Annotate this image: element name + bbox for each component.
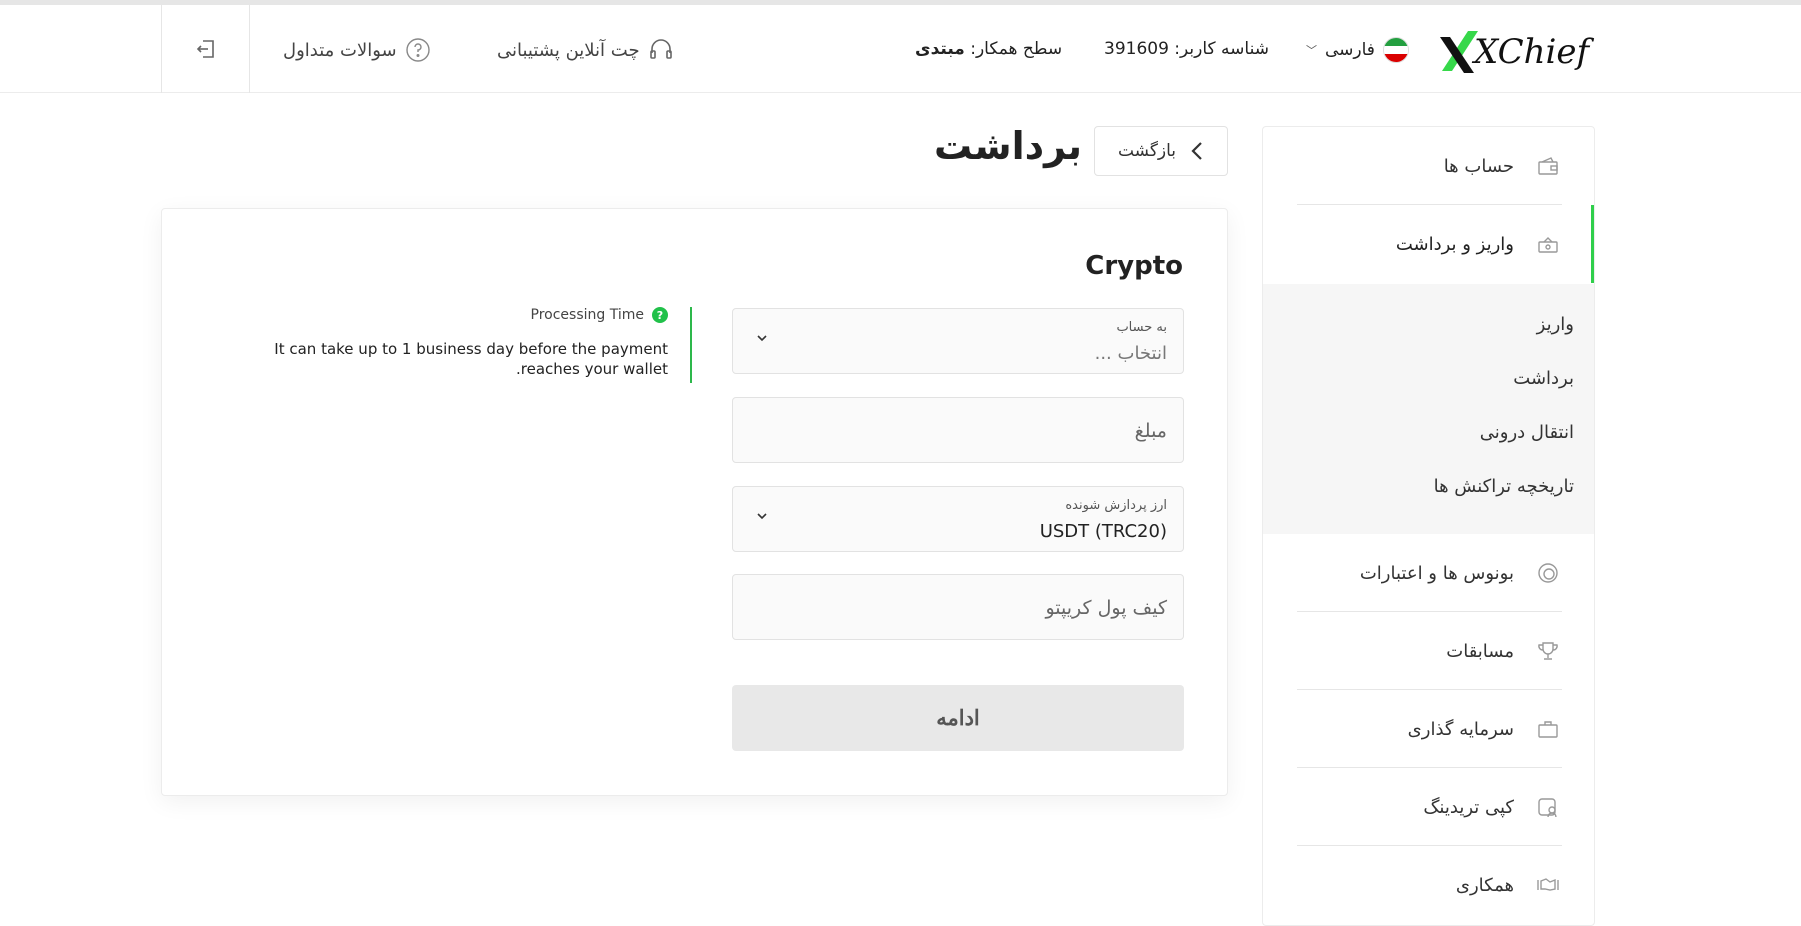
trophy-icon	[1538, 642, 1558, 660]
withdraw-card: Crypto به حساب انتخاب ... مبلغ ارز پرداز…	[161, 208, 1228, 796]
cash-icon	[1538, 237, 1558, 253]
sidebar-subitem-transfer[interactable]: انتقال درونی	[1480, 422, 1574, 443]
chevron-down-icon	[757, 513, 767, 520]
xchief-logo[interactable]: XChief	[1438, 23, 1596, 81]
logout-icon	[196, 40, 214, 58]
wallet-icon	[1538, 157, 1558, 175]
sidebar-item-accounts[interactable]: حساب ها	[1263, 127, 1594, 205]
header-divider	[249, 5, 250, 93]
question-circle-icon	[405, 38, 430, 62]
chevron-left-icon	[1191, 142, 1202, 160]
support-chat-label: چت آنلاین پشتیبانی	[497, 39, 640, 61]
sidebar-item-label: همکاری	[1455, 874, 1514, 896]
sidebar-item-label: حساب ها	[1443, 155, 1514, 177]
sidebar-item-label: سرمایه گذاری	[1407, 718, 1514, 740]
logout-button[interactable]	[162, 5, 249, 93]
back-button[interactable]: بازگشت	[1094, 126, 1228, 176]
sidebar-item-label: واریز و برداشت	[1395, 233, 1514, 255]
sidebar-submenu: واریز برداشت انتقال درونی تاریخچه تراکنش…	[1263, 284, 1594, 534]
currency-label: ارز پردازش شونده	[1065, 498, 1167, 513]
amount-placeholder: مبلغ	[1134, 420, 1167, 442]
wallet-input[interactable]: کیف پول کریپتو	[732, 574, 1184, 640]
page-title: برداشت	[933, 124, 1082, 168]
sidebar-item-partnership[interactable]: همکاری	[1263, 846, 1594, 924]
user-id: شناسه کاربر: 391609	[1104, 39, 1269, 59]
faq-label: سوالات متداول	[283, 39, 397, 61]
iran-flag-icon	[1382, 37, 1409, 63]
sidebar-item-label: مسابقات	[1446, 640, 1514, 662]
language-selector[interactable]: فارسی ﹀	[1306, 35, 1409, 65]
copy-user-icon	[1538, 798, 1557, 818]
coins-icon	[1538, 563, 1558, 583]
processing-time-text: It can take up to 1 business day before …	[274, 340, 668, 378]
logo-text: XChief	[1471, 32, 1595, 72]
processing-time-title: Processing Time	[530, 307, 644, 323]
sidebar-item-invest[interactable]: سرمایه گذاری	[1263, 690, 1594, 768]
sidebar: حساب ها واریز و برداشت واریز برداشت انتق…	[1262, 126, 1595, 926]
chevron-down-icon: ﹀	[1306, 44, 1317, 57]
header: XChief فارسی ﹀ شناسه کاربر: 391609 سطح ه…	[0, 5, 1801, 93]
sidebar-item-copy-trading[interactable]: کپی تریدینگ	[1263, 768, 1594, 846]
wallet-placeholder: کیف پول کریپتو	[1045, 597, 1167, 619]
continue-button[interactable]: ادامه	[732, 685, 1184, 751]
briefcase-icon	[1538, 721, 1558, 738]
account-select[interactable]: به حساب انتخاب ...	[732, 308, 1184, 374]
sidebar-item-label: کپی تریدینگ	[1423, 796, 1514, 818]
currency-select[interactable]: ارز پردازش شونده USDT (TRC20)	[732, 486, 1184, 552]
support-chat-link[interactable]: چت آنلاین پشتیبانی	[497, 35, 674, 65]
language-label: فارسی	[1325, 40, 1375, 60]
help-icon[interactable]: ?	[652, 307, 668, 323]
sidebar-item-deposit-withdraw[interactable]: واریز و برداشت	[1263, 205, 1594, 283]
account-value: انتخاب ...	[1094, 343, 1167, 364]
method-title: Crypto	[1085, 251, 1183, 281]
sidebar-item-contests[interactable]: مسابقات	[1263, 612, 1594, 690]
headset-icon	[649, 39, 672, 59]
handshake-icon	[1537, 878, 1559, 891]
partner-level-label: سطح همکار:	[970, 39, 1063, 59]
amount-input[interactable]: مبلغ	[732, 397, 1184, 463]
sidebar-item-label: بونوس ها و اعتبارات	[1359, 562, 1514, 584]
currency-value: USDT (TRC20)	[1039, 521, 1167, 542]
back-label: بازگشت	[1117, 141, 1177, 161]
chevron-down-icon	[757, 335, 767, 342]
sidebar-item-bonuses[interactable]: بونوس ها و اعتبارات	[1263, 534, 1594, 612]
sidebar-subitem-withdraw[interactable]: برداشت	[1513, 368, 1574, 389]
partner-level-value: مبتدی	[915, 39, 965, 59]
account-label: به حساب	[1116, 320, 1167, 335]
partner-level: سطح همکار: مبتدی	[915, 39, 1062, 59]
processing-time-info: Processing Time ? It can take up to 1 bu…	[222, 307, 692, 383]
faq-link[interactable]: سوالات متداول	[283, 35, 431, 65]
sidebar-subitem-history[interactable]: تاریخچه تراکنش ها	[1434, 476, 1574, 497]
sidebar-subitem-deposit[interactable]: واریز	[1537, 314, 1574, 335]
